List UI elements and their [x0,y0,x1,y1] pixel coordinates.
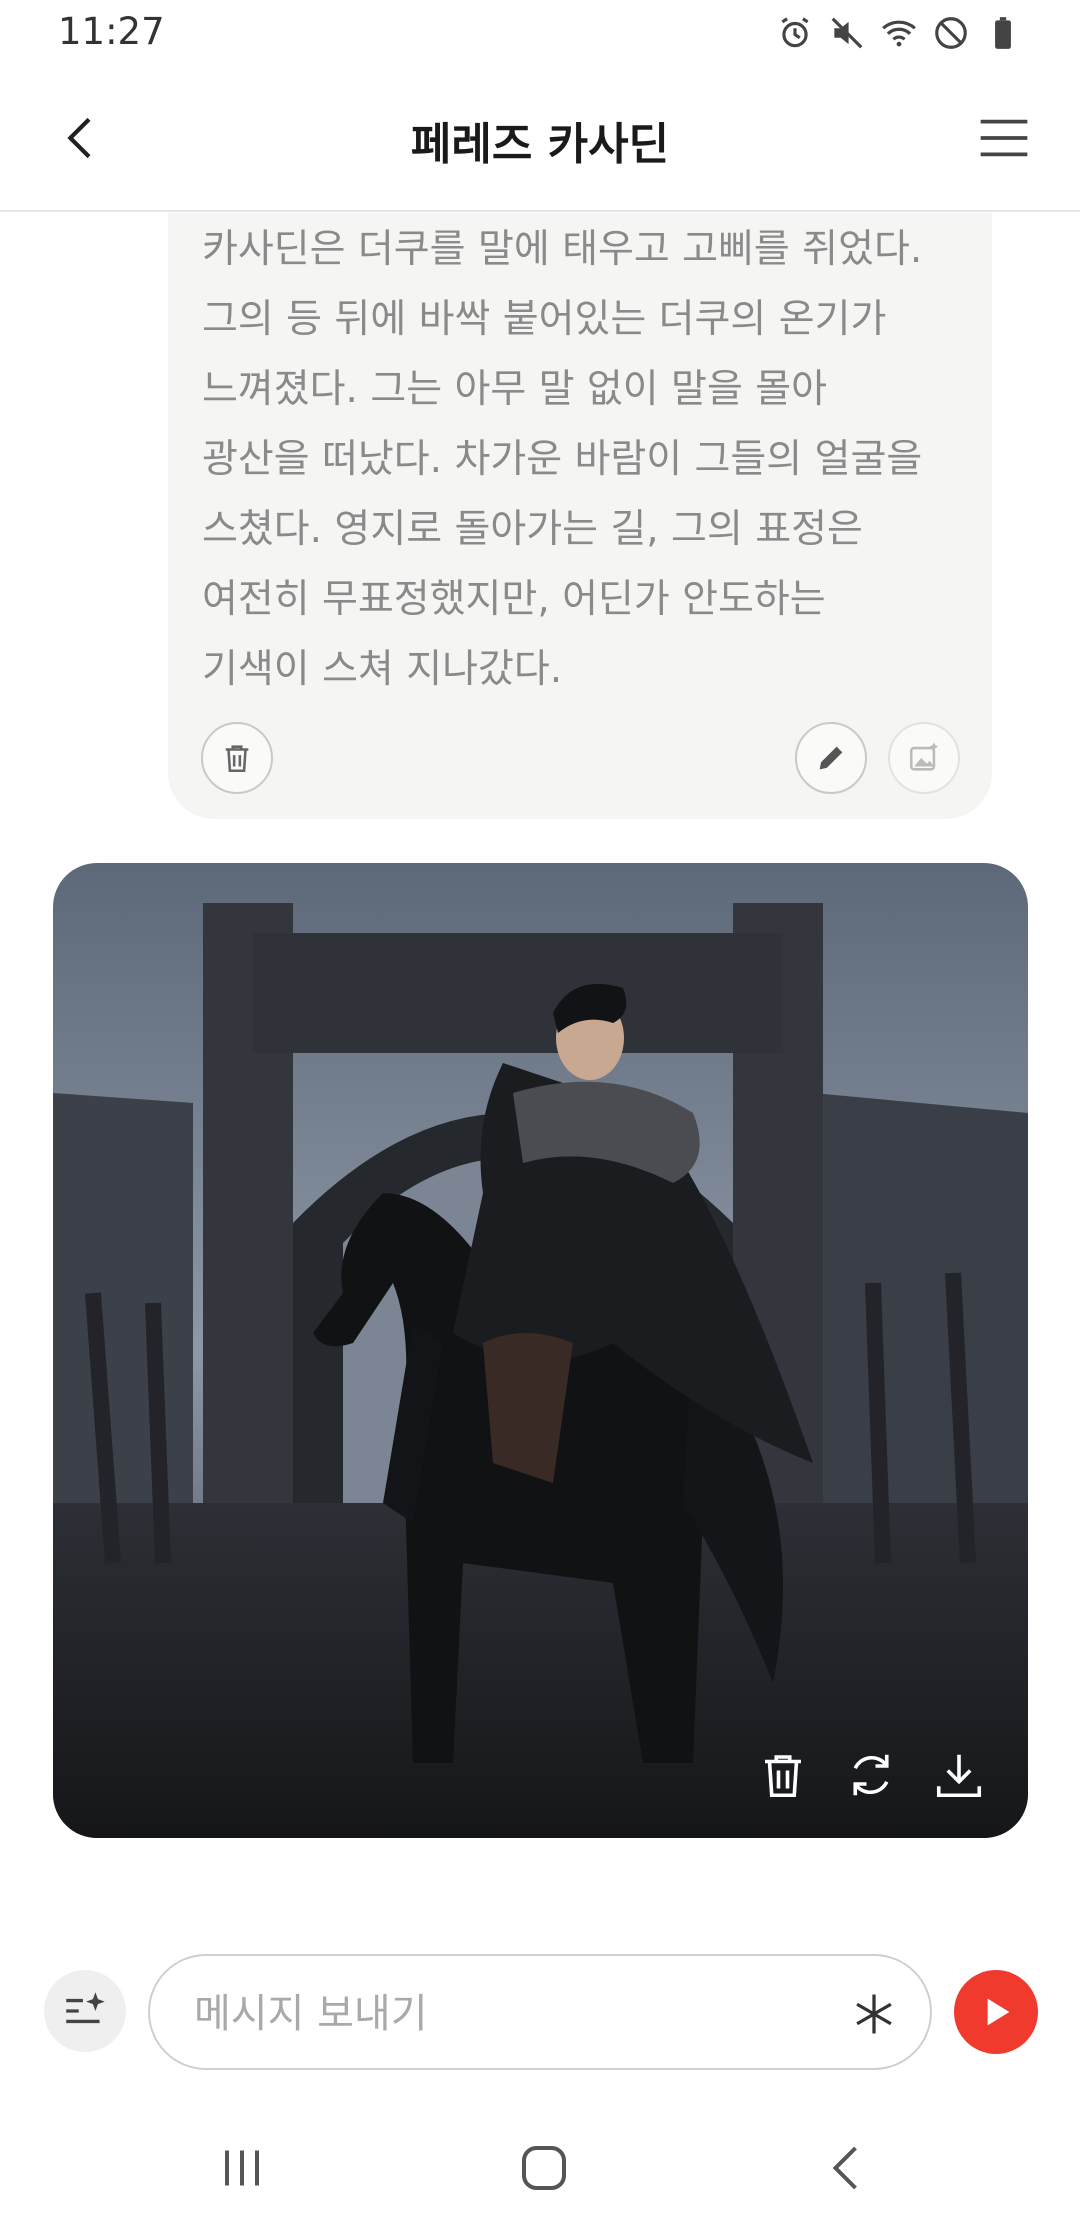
narration-line: 여전히 무표정했지만, 어딘가 안도하는 [202,577,826,622]
message-field [148,1954,932,2070]
narration-bubble: 카사딘은 더쿠를 말에 태우고 고삐를 쥐었다. 그의 등 뒤에 바싹 붙어있는… [168,213,992,819]
generate-image-button[interactable] [888,722,960,794]
assist-button[interactable] [44,1970,126,2052]
recents-icon [225,2150,259,2186]
hamburger-menu-icon [980,119,1028,157]
image-actions [756,1748,986,1802]
page-title: 페레즈 카사딘 [410,119,670,170]
play-icon [987,1998,1010,2026]
battery-icon [984,14,1022,52]
menu-button[interactable] [974,110,1034,166]
narration-line: 느껴졌다. 그는 아무 말 없이 말을 몰아 [202,367,827,412]
message-input[interactable] [194,1984,814,2044]
asterisk-icon [856,1994,892,2034]
home-icon [522,2146,566,2190]
regenerate-image-button[interactable] [844,1748,898,1802]
status-icons [776,14,1022,52]
narration-line: 기색이 스쳐 지나갔다. [202,647,563,692]
download-image-button[interactable] [932,1748,986,1802]
asterisk-button[interactable] [848,1988,900,2040]
trash-icon [765,1755,801,1798]
send-button[interactable] [954,1970,1038,2054]
app-header: 페레즈 카사딘 [0,66,1080,212]
narration-line: 카사딘은 더쿠를 말에 태우고 고삐를 쥐었다. [202,227,923,272]
recents-button[interactable] [212,2138,272,2198]
rider-at-gate-illustration [53,863,1028,1838]
download-icon [936,1754,982,1798]
composer [0,1950,1080,2070]
status-time: 11:27 [58,10,165,53]
alarm-icon [776,14,814,52]
narration-line: 광산을 떠났다. 차가운 바람이 그들의 얼굴을 [202,437,923,482]
do-not-disturb-icon [932,14,970,52]
scene-image[interactable] [53,863,1028,1838]
narration-line: 그의 등 뒤에 바싹 붙어있는 더쿠의 온기가 [202,297,887,342]
delete-image-button[interactable] [756,1748,810,1802]
refresh-icon [853,1754,889,1796]
pencil-icon [819,746,843,770]
chat-area[interactable]: 카사딘은 더쿠를 말에 태우고 고삐를 쥐었다. 그의 등 뒤에 바싹 붙어있는… [0,213,1080,1923]
sparkle-list-icon [66,1992,105,2024]
edit-message-button[interactable] [795,722,867,794]
wifi-icon [880,14,918,52]
mute-icon [828,14,866,52]
home-button[interactable] [514,2138,574,2198]
delete-message-button[interactable] [201,722,273,794]
status-bar: 11:27 [0,0,1080,66]
image-sparkle-icon [909,742,939,771]
narration-line: 스쳤다. 영지로 돌아가는 길, 그의 표정은 [202,507,863,552]
trash-icon [225,745,249,773]
narration-text: 카사딘은 더쿠를 말에 태우고 고삐를 쥐었다. 그의 등 뒤에 바싹 붙어있는… [202,215,972,705]
system-nav-bar [0,2110,1080,2220]
back-icon [832,2146,857,2190]
system-back-button[interactable] [818,2138,878,2198]
